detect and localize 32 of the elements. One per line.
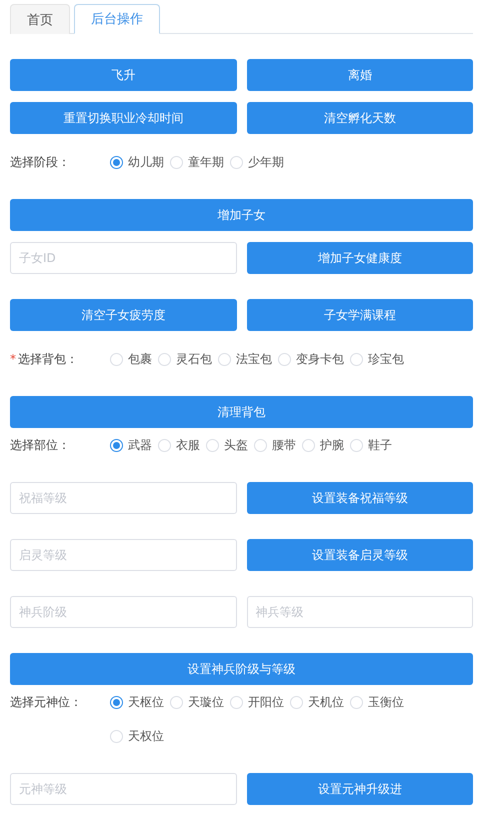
field-label: 选择部位： <box>10 438 70 452</box>
radio-option[interactable]: 法宝包 <box>218 349 272 369</box>
input-field[interactable]: 元神等级 <box>10 773 236 805</box>
input-field[interactable]: 启灵等级 <box>10 539 236 571</box>
radio-option[interactable]: 幼儿期 <box>110 152 164 172</box>
field-label: 选择元神位： <box>10 695 82 709</box>
radio-option[interactable]: 天璇位 <box>170 692 224 712</box>
radio-option[interactable]: 鞋子 <box>350 435 392 455</box>
field-label: 选择阶段： <box>10 155 70 169</box>
radio-option[interactable]: 少年期 <box>230 152 284 172</box>
input-field[interactable]: 子女ID <box>10 242 236 274</box>
radio-option[interactable]: 武器 <box>110 435 152 455</box>
radio-option[interactable]: 天权位 <box>110 726 164 746</box>
radio-option[interactable]: 腰带 <box>254 435 296 455</box>
required-mark: * <box>10 352 16 366</box>
radio-option[interactable]: 包裹 <box>110 349 152 369</box>
radio-option[interactable]: 变身卡包 <box>278 349 344 369</box>
radio-option[interactable]: 开阳位 <box>230 692 284 712</box>
input-field[interactable]: 祝福等级 <box>10 482 236 514</box>
radio-option[interactable]: 天枢位 <box>110 692 164 712</box>
radio-option[interactable]: 衣服 <box>158 435 200 455</box>
radio-option[interactable]: 头盔 <box>206 435 248 455</box>
radio-option[interactable]: 玉衡位 <box>350 692 404 712</box>
radio-option[interactable]: 护腕 <box>302 435 344 455</box>
radio-option[interactable]: 童年期 <box>170 152 224 172</box>
radio-option[interactable]: 灵石包 <box>158 349 212 369</box>
input-field[interactable]: 神兵阶级 <box>10 596 236 628</box>
input-field[interactable]: 神兵等级 <box>246 596 473 628</box>
field-label: 选择背包： <box>18 352 78 366</box>
radio-option[interactable]: 珍宝包 <box>350 349 404 369</box>
radio-option[interactable]: 天机位 <box>290 692 344 712</box>
tab[interactable]: 首页 <box>10 4 70 34</box>
